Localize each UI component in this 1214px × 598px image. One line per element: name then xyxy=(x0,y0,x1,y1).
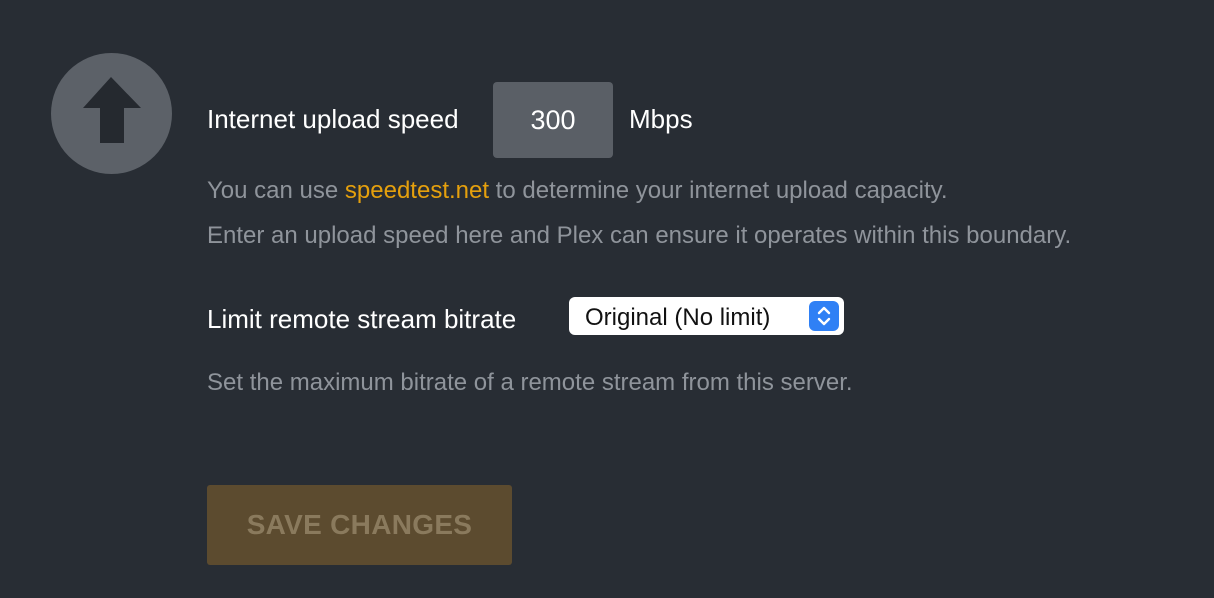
select-stepper-icon xyxy=(809,301,839,331)
upload-speed-label: Internet upload speed xyxy=(207,104,459,134)
upload-speed-help-line2: Enter an upload speed here and Plex can … xyxy=(207,222,1072,249)
bitrate-select[interactable]: Original (No limit) xyxy=(569,297,844,335)
speedtest-link[interactable]: speedtest.net xyxy=(345,177,489,204)
bitrate-help: Set the maximum bitrate of a remote stre… xyxy=(207,369,853,396)
bitrate-selected-value: Original (No limit) xyxy=(585,304,771,331)
upload-speed-input[interactable] xyxy=(493,82,613,158)
upload-arrow-icon xyxy=(51,53,172,174)
upload-speed-unit: Mbps xyxy=(629,104,693,134)
bitrate-label: Limit remote stream bitrate xyxy=(207,304,517,334)
upload-speed-help-suffix: to determine your internet upload capaci… xyxy=(489,177,948,204)
upload-speed-help-prefix: You can use xyxy=(207,177,345,204)
upload-speed-help: You can use speedtest.net to determine y… xyxy=(207,177,948,205)
save-changes-button[interactable]: SAVE CHANGES xyxy=(207,485,512,565)
